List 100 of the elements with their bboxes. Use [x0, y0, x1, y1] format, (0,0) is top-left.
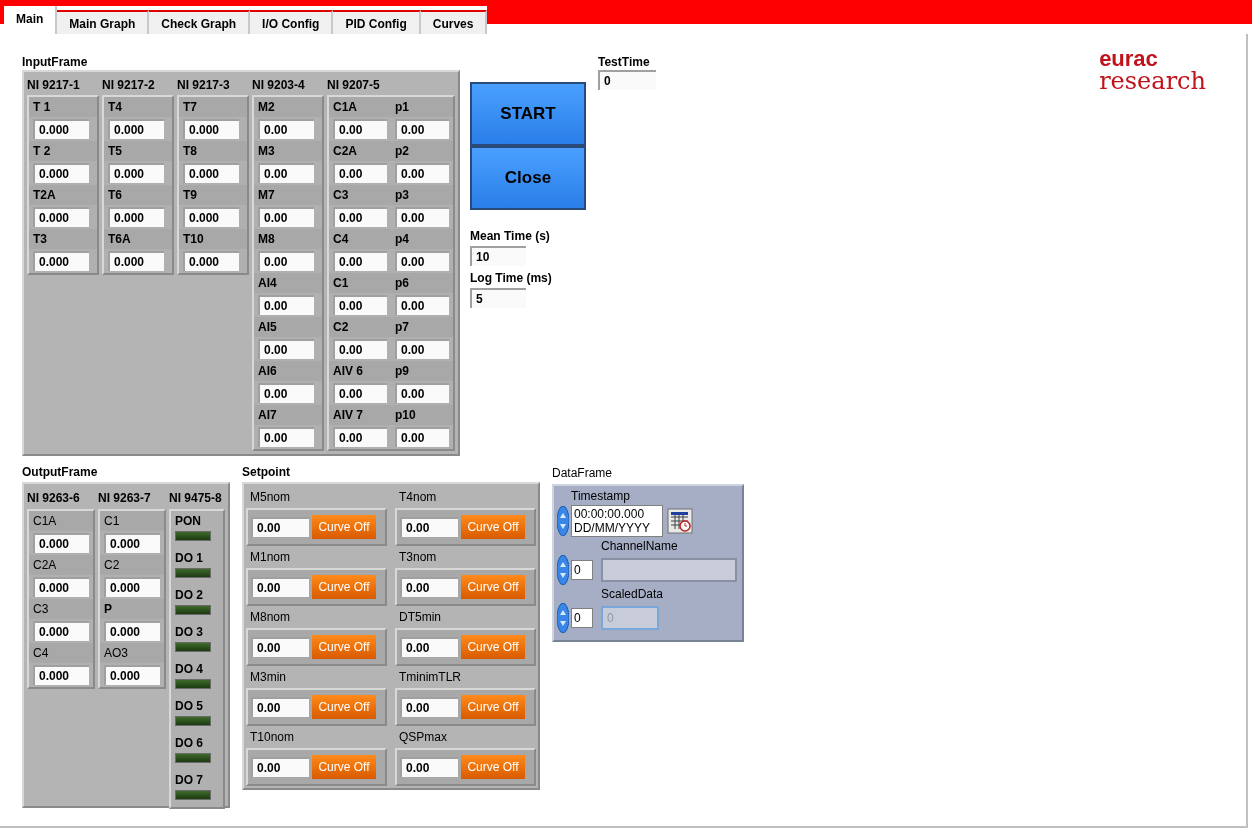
channel-label: T6 [104, 185, 172, 205]
spinner-icon[interactable] [557, 603, 569, 633]
numeric-field[interactable]: 0.00 [333, 207, 387, 227]
numeric-field[interactable]: 0.00 [400, 637, 458, 657]
numeric-field[interactable]: 0.000 [183, 163, 239, 183]
channel-label: p2 [391, 141, 453, 161]
numeric-field[interactable]: 0.000 [183, 119, 239, 139]
channel-label: C3 [29, 599, 93, 619]
numeric-field[interactable]: 0.000 [108, 251, 164, 271]
numeric-field[interactable]: 0.000 [33, 119, 89, 139]
numeric-field[interactable]: 0.00 [333, 251, 387, 271]
numeric-field[interactable]: 0.00 [251, 757, 309, 777]
action-button[interactable]: Close [470, 146, 586, 210]
numeric-field[interactable]: 0.00 [251, 697, 309, 717]
tab[interactable]: I/O Config [250, 10, 334, 34]
numeric-field[interactable]: 0.00 [395, 339, 449, 359]
channel-label: DO 4 [174, 661, 204, 678]
tab[interactable]: Curves [420, 10, 488, 34]
numeric-field[interactable]: 0.00 [400, 577, 458, 597]
numeric-field[interactable]: 10 [470, 246, 526, 266]
numeric-field[interactable]: 0.000 [108, 163, 164, 183]
numeric-field[interactable]: 0.000 [104, 665, 160, 685]
frame-title: Setpoint [242, 464, 291, 481]
channel-label: C1 [100, 511, 164, 531]
channel-label: T2A [29, 185, 97, 205]
channel-label: C1A [29, 511, 93, 531]
tab[interactable]: Main Graph [57, 10, 150, 34]
channel-label: p3 [391, 185, 453, 205]
numeric-field[interactable]: 0.00 [258, 295, 314, 315]
setpoint-label: T10nom [249, 729, 296, 746]
numeric-field[interactable]: 0.00 [400, 757, 458, 777]
logo-text: eurac [1099, 48, 1158, 70]
numeric-field[interactable]: 0.00 [395, 207, 449, 227]
numeric-field[interactable]: 0.000 [33, 207, 89, 227]
tab[interactable]: PID Config [333, 10, 421, 34]
setpoint-label: DT5min [398, 609, 442, 626]
numeric-field[interactable]: 0.00 [400, 697, 458, 717]
numeric-field[interactable]: 0.00 [395, 295, 449, 315]
numeric-field[interactable]: 0.00 [258, 427, 314, 447]
channel-label: p1 [391, 97, 453, 117]
numeric-field[interactable]: 0.000 [104, 533, 160, 553]
timestamp-field[interactable]: 00:00:00.000 DD/MM/YYYY [571, 505, 663, 537]
numeric-field[interactable]: 0.000 [183, 251, 239, 271]
numeric-field[interactable]: 0.00 [258, 383, 314, 403]
channel-label: DO 2 [174, 587, 204, 604]
numeric-field[interactable]: 0.00 [251, 517, 309, 537]
numeric-field[interactable]: 0.00 [258, 119, 314, 139]
numeric-field[interactable]: 0 [598, 70, 656, 90]
channel-label: PON [174, 513, 202, 530]
numeric-field[interactable]: 0.00 [333, 295, 387, 315]
spinner-icon[interactable] [557, 555, 569, 585]
tab[interactable]: Check Graph [149, 10, 251, 34]
numeric-field[interactable]: 0.00 [251, 577, 309, 597]
numeric-field[interactable]: 0.00 [333, 339, 387, 359]
numeric-field[interactable]: 0.00 [251, 637, 309, 657]
numeric-field[interactable]: 0.00 [333, 383, 387, 403]
numeric-field[interactable]: 0.000 [33, 665, 89, 685]
channel-label: p9 [391, 361, 453, 381]
numeric-field[interactable]: 0.00 [395, 427, 449, 447]
action-button[interactable]: START [470, 82, 586, 146]
numeric-field[interactable]: 0.000 [108, 119, 164, 139]
numeric-field[interactable]: 0.00 [333, 427, 387, 447]
channel-label: AIV 7 [329, 405, 391, 425]
numeric-field[interactable]: 0.00 [395, 163, 449, 183]
spinner-icon[interactable] [557, 506, 569, 536]
numeric-field[interactable]: 0.000 [108, 207, 164, 227]
numeric-field[interactable]: 0.00 [395, 251, 449, 271]
numeric-field[interactable]: 0.000 [33, 577, 89, 597]
numeric-field[interactable]: 0.00 [333, 163, 387, 183]
numeric-field[interactable]: 0.00 [333, 119, 387, 139]
numeric-field[interactable]: 0.00 [258, 163, 314, 183]
calendar-clock-icon[interactable] [667, 508, 693, 534]
channel-label: M2 [254, 97, 322, 117]
channel-label: T10 [179, 229, 247, 249]
numeric-field[interactable]: 0.000 [33, 163, 89, 183]
numeric-field[interactable]: 5 [470, 288, 526, 308]
channel-label: M3 [254, 141, 322, 161]
channel-label: DO 6 [174, 735, 204, 752]
numeric-field[interactable]: 0.00 [400, 517, 458, 537]
channel-label: C1A [329, 97, 391, 117]
numeric-field[interactable]: 0.000 [104, 577, 160, 597]
module-name: NI 9475-8 [169, 490, 223, 507]
index-field[interactable]: 0 [571, 608, 593, 628]
numeric-field[interactable]: 0.00 [258, 207, 314, 227]
numeric-field[interactable]: 0.000 [33, 533, 89, 553]
channel-label: AO3 [100, 643, 164, 663]
numeric-field[interactable]: 0.000 [104, 621, 160, 641]
channel-name-field[interactable] [601, 558, 737, 582]
channel-label: T9 [179, 185, 247, 205]
frame-title: OutputFrame [22, 464, 99, 481]
numeric-field[interactable]: 0.00 [395, 383, 449, 403]
index-field[interactable]: 0 [571, 560, 593, 580]
numeric-field[interactable]: 0.000 [33, 621, 89, 641]
numeric-field[interactable]: 0.00 [258, 339, 314, 359]
numeric-field[interactable]: 0.000 [183, 207, 239, 227]
numeric-field[interactable]: 0.00 [258, 251, 314, 271]
numeric-field[interactable]: 0.000 [33, 251, 89, 271]
channel-label: P [100, 599, 164, 619]
setpoint-label: T3nom [398, 549, 438, 566]
numeric-field[interactable]: 0.00 [395, 119, 449, 139]
